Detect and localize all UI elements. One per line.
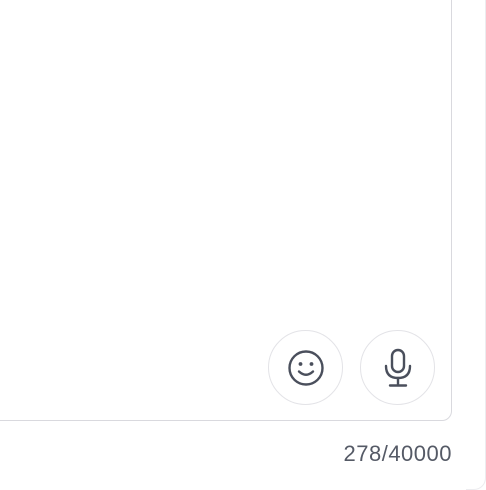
microphone-icon [381,348,415,388]
chat-composer: 278/40000 [0,0,486,490]
smiley-face-icon [287,349,325,387]
emoji-button[interactable] [268,330,343,405]
outer-card-border [466,0,486,490]
voice-input-button[interactable] [360,330,435,405]
character-counter: 278/40000 [343,441,452,466]
